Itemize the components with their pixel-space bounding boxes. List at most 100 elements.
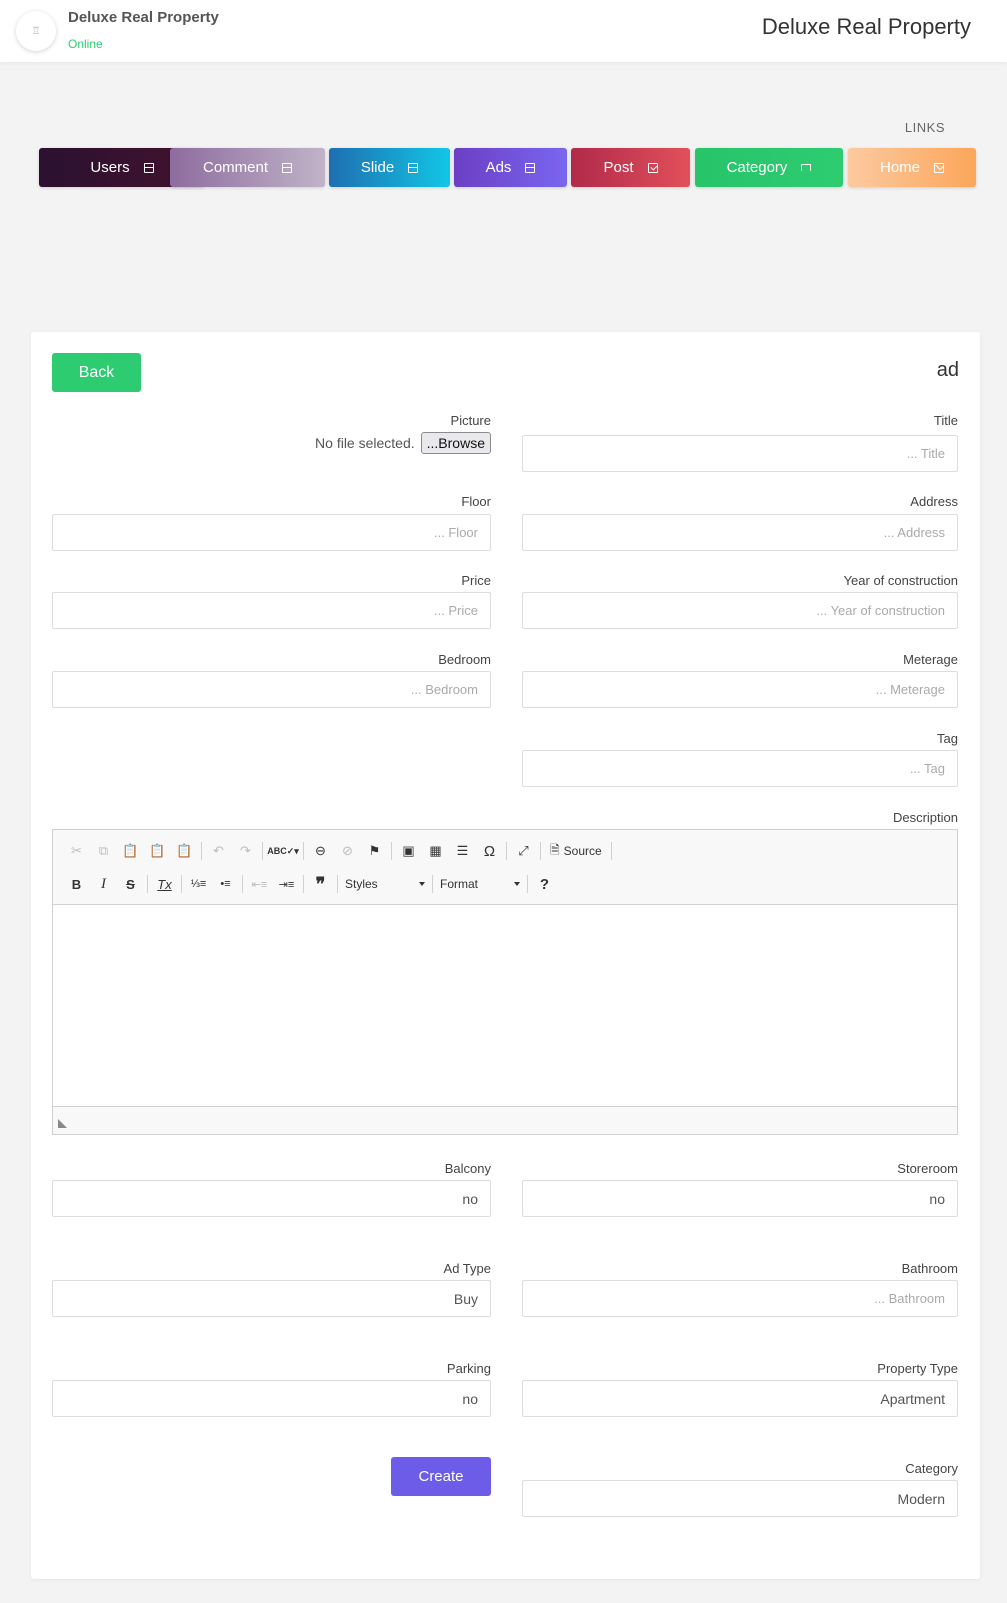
spellcheck-icon[interactable]: ABC✓▾ — [266, 838, 300, 864]
balcony-value: no — [462, 1190, 478, 1207]
meterage-input[interactable]: ... Meterage — [522, 671, 958, 708]
storeroom-select[interactable]: no — [522, 1180, 958, 1217]
create-button[interactable]: Create — [391, 1457, 491, 1496]
avatar[interactable]: ♖ — [16, 11, 56, 51]
address-label: Address — [910, 494, 958, 509]
bulleted-list-icon[interactable]: •≡ — [212, 871, 239, 897]
toolbar-separator — [147, 875, 148, 893]
meterage-placeholder: ... Meterage — [875, 682, 945, 697]
title-input[interactable]: ... Title — [522, 435, 958, 472]
floor-placeholder: ... Floor — [433, 525, 478, 540]
nav-button-slide[interactable]: Slide — [329, 148, 450, 187]
property-type-label: Property Type — [877, 1361, 958, 1376]
links-label: LINKS — [904, 120, 945, 135]
bedroom-placeholder: ... Bedroom — [410, 682, 478, 697]
ad-type-value: Buy — [453, 1290, 478, 1307]
back-button[interactable]: Back — [52, 353, 141, 392]
styles-dropdown[interactable]: Styles — [341, 873, 429, 895]
unlink-icon[interactable]: ⊘ — [334, 838, 361, 864]
redo-icon[interactable]: ↷ — [232, 838, 259, 864]
resize-handle-icon[interactable] — [58, 1119, 67, 1128]
indent-icon[interactable]: ⇥≡ — [273, 871, 300, 897]
calendar-icon — [408, 162, 419, 173]
strikethrough-icon[interactable]: S — [117, 871, 144, 897]
paste-text-icon[interactable]: 📋 — [144, 838, 171, 864]
file-status-text: No file selected. — [315, 435, 415, 451]
copy-icon[interactable]: ⧉ — [90, 838, 117, 864]
online-status: Online — [68, 37, 103, 51]
horizontal-line-icon[interactable]: ☰ — [449, 838, 476, 864]
nav-button-comment[interactable]: Comment — [170, 148, 325, 187]
ad-type-label: Ad Type — [443, 1261, 491, 1276]
nav-button-label: Category — [726, 159, 788, 176]
toolbar-separator — [527, 875, 528, 893]
table-icon[interactable]: ▦ — [422, 838, 449, 864]
picture-file-input: No file selected. ...Browse — [315, 432, 491, 454]
styles-label: Styles — [345, 877, 378, 891]
price-label: Price — [461, 573, 491, 588]
year-placeholder: ... Year of construction — [816, 603, 945, 618]
undo-icon[interactable]: ↶ — [205, 838, 232, 864]
source-button[interactable]: 🗎 Source — [544, 838, 608, 864]
help-button[interactable]: ? — [531, 871, 558, 897]
outdent-icon[interactable]: ⇤≡ — [246, 871, 273, 897]
toolbar-row-1: ✂ ⧉ 📋 📋 📋 ↶ ↷ ABC✓▾ ⊖ ⊘ ⚑ ▣ ▦ ☰ Ω ⤢ 🗎 Sou… — [63, 838, 615, 864]
category-select[interactable]: Modern — [522, 1480, 958, 1517]
paste-icon[interactable]: 📋 — [117, 838, 144, 864]
format-label: Format — [440, 877, 479, 891]
nav-button-post[interactable]: Post — [571, 148, 690, 187]
italic-icon[interactable]: I — [90, 871, 117, 897]
bold-icon[interactable]: B — [63, 871, 90, 897]
balcony-select[interactable]: no — [52, 1180, 491, 1217]
maximize-icon[interactable]: ⤢ — [510, 838, 537, 864]
special-char-icon[interactable]: Ω — [476, 838, 503, 864]
nav-button-home[interactable]: Home — [848, 148, 976, 187]
paste-word-icon[interactable]: 📋 — [171, 838, 198, 864]
toolbar-separator — [337, 875, 338, 893]
address-input[interactable]: ... Address — [522, 514, 958, 551]
blockquote-icon[interactable]: ❞ — [307, 871, 334, 897]
parking-select[interactable]: no — [52, 1380, 491, 1417]
cut-icon[interactable]: ✂ — [63, 838, 90, 864]
form-title: ad — [936, 359, 959, 381]
tag-label: Tag — [937, 731, 958, 746]
meterage-label: Meterage — [903, 652, 958, 667]
title-label: Title — [933, 413, 958, 428]
bedroom-input[interactable]: ... Bedroom — [52, 671, 491, 708]
address-placeholder: ... Address — [883, 525, 945, 540]
ad-type-select[interactable]: Buy — [52, 1280, 491, 1317]
price-input[interactable]: ... Price — [52, 592, 491, 629]
editor-content-area[interactable] — [53, 906, 957, 1106]
browse-button[interactable]: ...Browse — [420, 432, 491, 454]
floor-input[interactable]: ... Floor — [52, 514, 491, 551]
bathroom-input[interactable]: ... Bathroom — [522, 1280, 958, 1317]
toolbar-separator — [242, 875, 243, 893]
nav-button-label: Post — [603, 159, 634, 176]
nav-button-category[interactable]: Category — [695, 148, 843, 187]
editor-toolbar: ✂ ⧉ 📋 📋 📋 ↶ ↷ ABC✓▾ ⊖ ⊘ ⚑ ▣ ▦ ☰ Ω ⤢ 🗎 Sou… — [53, 830, 957, 905]
link-icon[interactable]: ⊖ — [307, 838, 334, 864]
toolbar-separator — [201, 842, 202, 860]
toolbar-separator — [303, 842, 304, 860]
balcony-label: Balcony — [444, 1161, 491, 1176]
bathroom-label: Bathroom — [901, 1261, 958, 1276]
title-placeholder: ... Title — [906, 446, 945, 461]
anchor-flag-icon[interactable]: ⚑ — [361, 838, 388, 864]
format-dropdown[interactable]: Format — [436, 873, 524, 895]
numbered-list-icon[interactable]: ⅓≡ — [185, 871, 212, 897]
parking-value: no — [462, 1390, 478, 1407]
category-value: Modern — [897, 1490, 945, 1507]
remove-format-icon[interactable]: Tx — [151, 871, 178, 897]
toolbar-separator — [432, 875, 433, 893]
picture-label: Picture — [450, 413, 491, 428]
property-type-select[interactable]: Apartment — [522, 1380, 958, 1417]
toolbar-separator — [181, 875, 182, 893]
nav-button-ads[interactable]: Ads — [454, 148, 567, 187]
toolbar-row-2: B I S Tx ⅓≡ •≡ ⇤≡ ⇥≡ ❞ Styles Format ? — [63, 871, 558, 897]
image-icon[interactable]: ▣ — [395, 838, 422, 864]
year-input[interactable]: ... Year of construction — [522, 592, 958, 629]
tag-input[interactable]: ... Tag — [522, 750, 958, 787]
nav-button-label: Users — [90, 159, 130, 176]
storeroom-value: no — [929, 1190, 945, 1207]
top-bar: ♖ Deluxe Real Property Online Deluxe Rea… — [0, 0, 1007, 62]
